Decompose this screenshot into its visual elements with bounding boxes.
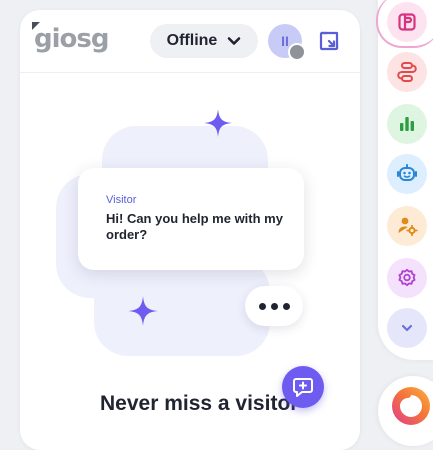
expand-icon (319, 31, 339, 51)
user-settings-icon (398, 217, 418, 237)
sidebar-item-settings[interactable] (387, 258, 427, 298)
reports-icon (400, 117, 414, 131)
sparkle-icon (204, 109, 232, 137)
typing-dot (282, 302, 290, 310)
message-sender-label: Visitor (106, 194, 137, 206)
status-dropdown[interactable]: Offline (150, 24, 258, 58)
typing-dot (258, 302, 266, 310)
visitor-message-bubble: Visitor Hi! Can you help me with my orde… (78, 168, 304, 270)
typing-dot (270, 302, 278, 310)
new-chat-button[interactable] (282, 366, 324, 408)
chevron-down-icon (228, 37, 241, 45)
message-text: Hi! Can you help me with my order? (106, 211, 283, 242)
typing-indicator (245, 286, 303, 326)
settings-icon (398, 268, 416, 287)
sparkle-icon (128, 296, 158, 326)
giosg-logo: giosg (34, 24, 109, 54)
sidebar-item-user-settings[interactable] (387, 206, 427, 246)
inbox-icon (398, 13, 416, 31)
workflow-icon (397, 62, 417, 82)
chat-add-icon (293, 378, 313, 397)
illustration-blob-bottom (94, 258, 270, 356)
tagline-heading: Never miss a visitor (100, 392, 299, 415)
panel-header: giosg Offline II (20, 10, 360, 73)
user-avatar[interactable]: II (268, 24, 306, 61)
sidebar-item-inbox[interactable] (387, 2, 427, 42)
sidebar-expand-button[interactable] (387, 308, 427, 348)
avatar-initials: II (281, 33, 289, 49)
sidebar-item-reports[interactable] (387, 104, 427, 144)
expand-window-button[interactable] (316, 28, 342, 54)
presence-status-dot (288, 43, 306, 61)
sidebar-item-workflows[interactable] (387, 52, 427, 92)
sidebar-item-bot[interactable] (387, 154, 427, 194)
giosg-brand-icon[interactable] (391, 386, 431, 426)
bot-icon (397, 164, 417, 181)
chevron-down-icon (401, 324, 413, 332)
status-label: Offline (166, 32, 218, 49)
